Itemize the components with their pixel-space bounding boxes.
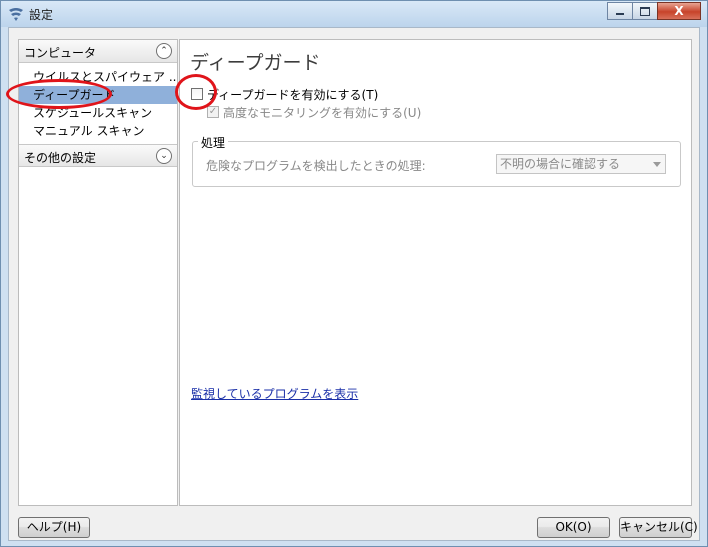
- dropdown-arrow-icon: [653, 162, 661, 167]
- action-select-value: 不明の場合に確認する: [500, 157, 621, 171]
- sidebar-item-deepguard[interactable]: ディープガード: [19, 86, 177, 104]
- minimize-button[interactable]: [607, 2, 633, 20]
- app-logo-icon: [9, 8, 23, 21]
- window-title: 設定: [29, 8, 54, 22]
- close-button[interactable]: X: [657, 2, 701, 20]
- action-select[interactable]: 不明の場合に確認する: [496, 154, 666, 174]
- action-group-title: 処理: [198, 134, 229, 151]
- caption-buttons: X: [607, 2, 701, 20]
- sidebar-section-other-settings[interactable]: その他の設定 ⌄: [19, 144, 177, 167]
- maximize-button[interactable]: [632, 2, 658, 20]
- close-icon: X: [674, 4, 684, 18]
- chevron-up-icon[interactable]: ⌃: [156, 43, 172, 59]
- enable-deepguard-checkbox[interactable]: [191, 88, 203, 100]
- settings-window: 設定 X コンピュータ ⌃ ウイルスとスパイウェア ... ディープガード スケ…: [0, 0, 708, 547]
- enable-deepguard-label[interactable]: ディープガードを有効にする(T): [207, 86, 378, 103]
- advanced-monitoring-checkbox[interactable]: ✓: [207, 106, 219, 118]
- minimize-icon: [616, 13, 624, 15]
- checkmark-icon: ✓: [208, 106, 218, 117]
- advanced-monitoring-label[interactable]: 高度なモニタリングを有効にする(U): [223, 104, 421, 121]
- sidebar-section-computer[interactable]: コンピュータ ⌃: [19, 40, 177, 63]
- sidebar-section-label: コンピュータ: [24, 46, 97, 60]
- dialog-body: コンピュータ ⌃ ウイルスとスパイウェア ... ディープガード スケジュールス…: [8, 27, 700, 541]
- sidebar-item-virus-spyware[interactable]: ウイルスとスパイウェア ...: [19, 68, 177, 86]
- view-monitored-programs-link[interactable]: 監視しているプログラムを表示: [191, 385, 358, 402]
- maximize-icon: [640, 6, 650, 16]
- sidebar: コンピュータ ⌃ ウイルスとスパイウェア ... ディープガード スケジュールス…: [18, 39, 178, 506]
- title-bar[interactable]: 設定 X: [1, 1, 707, 27]
- cancel-button[interactable]: キャンセル(C): [619, 517, 698, 538]
- sidebar-section-label: その他の設定: [24, 151, 97, 165]
- chevron-down-icon[interactable]: ⌄: [156, 148, 172, 164]
- sidebar-item-scheduled-scan[interactable]: スケジュールスキャン: [19, 104, 177, 122]
- action-label: 危険なプログラムを検出したときの処理:: [206, 159, 426, 173]
- page-title: ディープガード: [190, 52, 321, 74]
- content-panel: ディープガード ディープガードを有効にする(T) ✓ 高度なモニタリングを有効に…: [179, 39, 692, 506]
- ok-button[interactable]: OK(O): [537, 517, 610, 538]
- sidebar-item-manual-scan[interactable]: マニュアル スキャン: [19, 122, 177, 140]
- help-button[interactable]: ヘルプ(H): [18, 517, 90, 538]
